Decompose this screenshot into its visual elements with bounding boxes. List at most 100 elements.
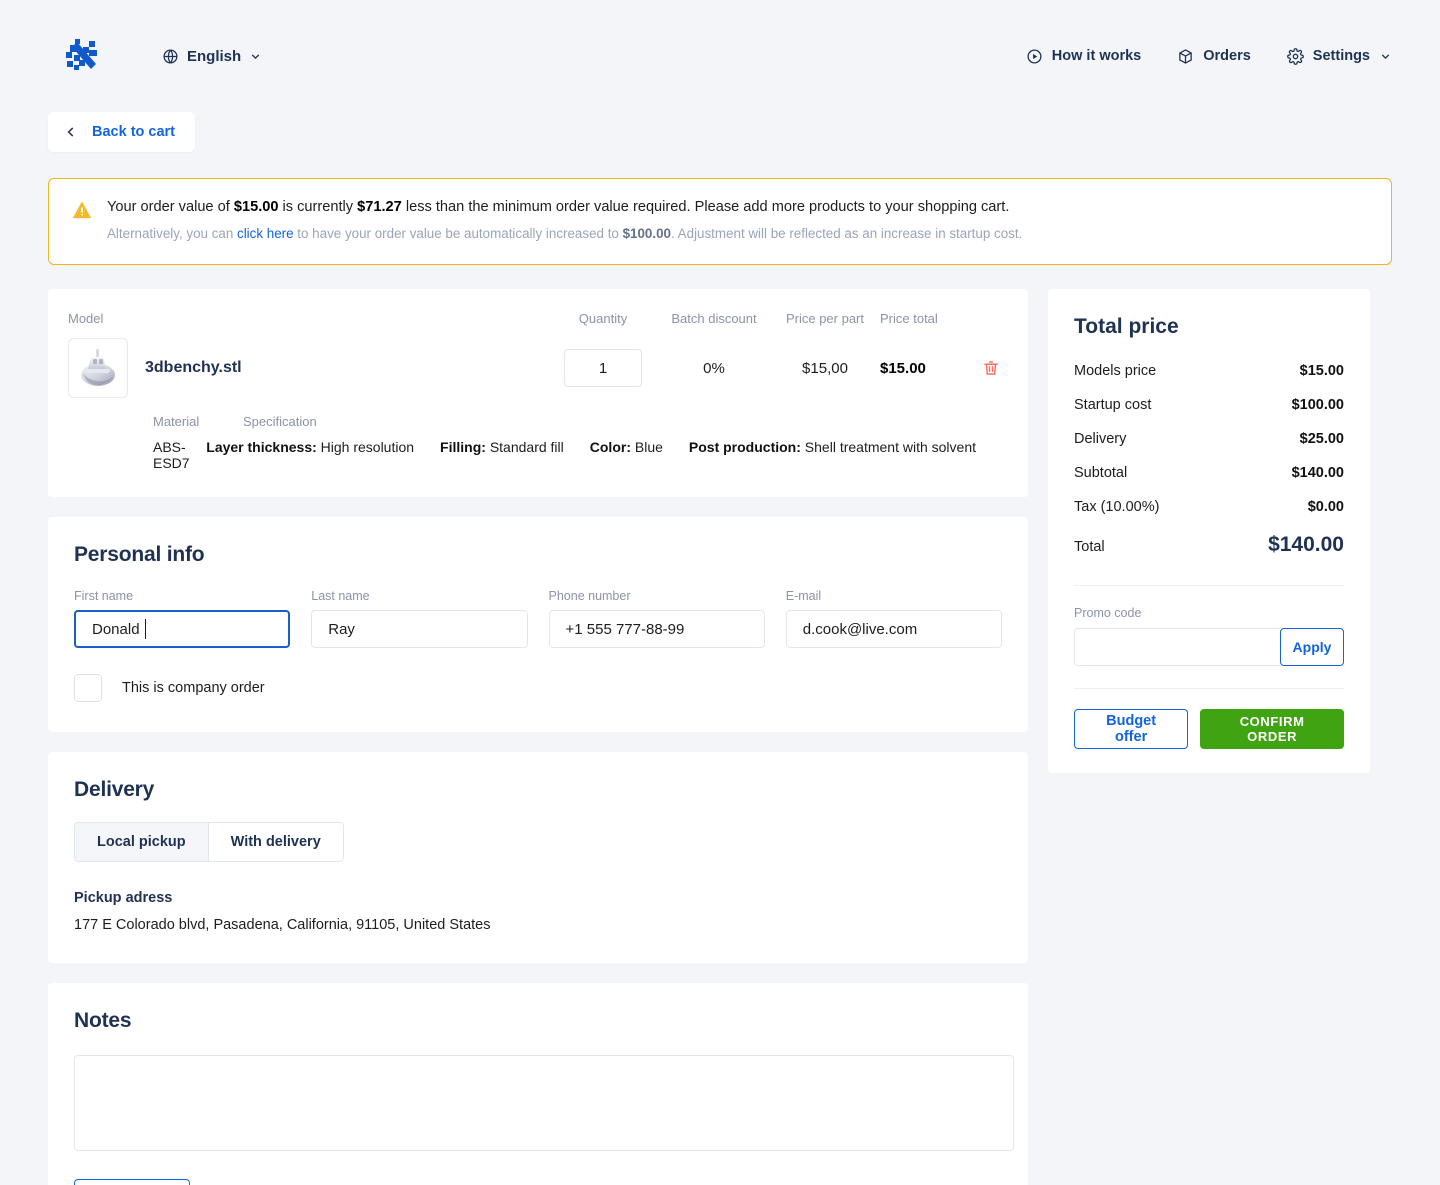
company-order-row: This is company order <box>74 674 1002 702</box>
app-header: English How it works Orders Settings <box>0 0 1440 112</box>
last-name-label: Last name <box>311 589 370 603</box>
back-to-cart-button[interactable]: Back to cart <box>48 112 196 152</box>
spec-header-material: Material <box>153 414 200 429</box>
confirm-order-button[interactable]: CONFIRM ORDER <box>1200 709 1344 749</box>
spec-post-production-key: Post production: <box>688 439 801 455</box>
spec-headers: Material Specification <box>153 414 1002 429</box>
alert-min-value: $100.00 <box>622 226 671 241</box>
model-file-name: 3dbenchy.stl <box>145 359 242 376</box>
price-label-startup: Startup cost <box>1074 397 1152 413</box>
spec-layer-thickness-key: Layer thickness: <box>206 439 317 455</box>
price-label-tax: Tax (10.00%) <box>1074 499 1160 515</box>
alert2-text-a: Alternatively, you can <box>107 226 238 241</box>
how-it-works-label: How it works <box>1051 48 1142 64</box>
globe-icon <box>163 48 178 64</box>
price-row-delivery: Delivery $25.00 <box>1074 431 1344 447</box>
trash-icon[interactable] <box>982 359 1000 377</box>
main-content: Model Quantity Batch discount Price per … <box>0 265 1440 1185</box>
first-name-input[interactable] <box>74 610 291 648</box>
model-thumbnail[interactable] <box>68 338 128 398</box>
col-header-batch-discount: Batch discount <box>671 311 757 326</box>
apply-promo-button[interactable]: Apply <box>1280 628 1344 666</box>
alert-secondary-text: Alternatively, you can click here to hav… <box>107 224 1022 244</box>
delete-cell <box>980 359 1002 377</box>
gear-icon <box>1286 47 1304 65</box>
left-column: Model Quantity Batch discount Price per … <box>48 289 1028 1185</box>
price-row-models: Models price $15.00 <box>1074 363 1344 379</box>
notes-title: Notes <box>74 1009 132 1032</box>
budget-offer-button[interactable]: Budget offer <box>1074 709 1189 749</box>
model-specification: Material Specification ABS-ESD7 Layer th… <box>153 414 1002 471</box>
personal-info-title: Personal info <box>74 543 205 566</box>
table-row: 3dbenchy.stl 0% $15,00 $15.00 <box>68 338 1002 398</box>
how-it-works-link[interactable]: How it works <box>1026 48 1141 65</box>
spec-values: ABS-ESD7 Layer thickness: High resolutio… <box>153 439 1002 471</box>
price-label-subtotal: Subtotal <box>1074 465 1128 481</box>
spec-color: Color: Blue <box>590 439 663 471</box>
company-order-checkbox[interactable] <box>74 674 102 702</box>
total-price-card: Total price Models price $15.00 Startup … <box>1048 289 1370 773</box>
attachments-row: Attach file drawings.pdf <box>74 1179 1002 1185</box>
alert-text-e: less than the minimum order value requir… <box>401 199 1010 215</box>
col-header-price-total: Price total <box>880 311 938 326</box>
attach-file-button[interactable]: Attach file <box>74 1179 191 1185</box>
col-header-quantity: Quantity <box>578 311 628 326</box>
first-name-field-group: First name <box>74 589 291 648</box>
tab-with-delivery[interactable]: With delivery <box>207 822 344 862</box>
spec-post-production-value: Shell treatment with solvent <box>800 439 976 455</box>
language-label: English <box>187 47 242 65</box>
spec-filling-key: Filling: <box>440 439 486 455</box>
back-to-cart-label: Back to cart <box>92 124 176 140</box>
price-value-models: $15.00 <box>1299 363 1344 379</box>
alert-primary-text: Your order value of $15.00 is currently … <box>107 197 1022 217</box>
promo-code-label: Promo code <box>1074 606 1142 620</box>
col-header-price-per-part: Price per part <box>785 311 865 326</box>
box-icon <box>1179 48 1193 64</box>
personal-info-fields: First name Last name Phone number <box>74 589 1002 648</box>
quantity-cell <box>548 349 658 387</box>
col-header-model: Model <box>68 311 104 326</box>
alert-order-value: $15.00 <box>233 199 279 215</box>
chevron-left-icon <box>67 127 74 137</box>
price-row-tax: Tax (10.00%) $0.00 <box>1074 499 1344 515</box>
promo-code-section: Promo code Apply <box>1074 585 1344 688</box>
promo-code-row: Apply <box>1074 628 1344 666</box>
spec-color-key: Color: <box>589 439 631 455</box>
tab-local-pickup[interactable]: Local pickup <box>74 822 208 862</box>
language-selector[interactable]: English <box>162 48 262 65</box>
price-label-models: Models price <box>1074 363 1157 379</box>
alert2-text-d: . Adjustment will be reflected as an inc… <box>670 226 1023 241</box>
settings-menu[interactable]: Settings <box>1286 47 1392 65</box>
delivery-method-tabs: Local pickup With delivery <box>74 822 344 862</box>
phone-label: Phone number <box>548 589 631 603</box>
alert-text-a: Your order value of <box>107 199 234 215</box>
total-price-title: Total price <box>1074 315 1179 338</box>
minimum-order-alert: Your order value of $15.00 is currently … <box>48 178 1392 265</box>
company-order-label: This is company order <box>122 680 265 696</box>
logo-icon[interactable] <box>58 33 104 79</box>
play-circle-icon <box>1027 48 1042 64</box>
warning-triangle-icon <box>72 201 92 219</box>
last-name-input[interactable] <box>311 610 528 648</box>
price-per-part-value: $15,00 <box>802 359 848 377</box>
chevron-down-icon <box>251 53 260 59</box>
email-input[interactable] <box>785 610 1002 648</box>
promo-code-input[interactable] <box>1074 628 1280 666</box>
spec-layer-thickness-value: High resolution <box>316 439 415 455</box>
click-here-link[interactable]: click here <box>237 226 294 241</box>
personal-info-section: Personal info First name Last name <box>48 517 1028 732</box>
price-row-startup: Startup cost $100.00 <box>1074 397 1344 413</box>
phone-input[interactable] <box>548 610 765 648</box>
batch-discount-value: 0% <box>703 359 725 377</box>
quantity-input[interactable] <box>564 349 642 387</box>
price-row-subtotal: Subtotal $140.00 <box>1074 465 1344 481</box>
orders-label: Orders <box>1203 48 1251 64</box>
notes-textarea[interactable] <box>74 1055 1014 1151</box>
price-value-delivery: $25.00 <box>1299 431 1344 447</box>
spec-post-production: Post production: Shell treatment with so… <box>689 439 976 471</box>
spec-material-value: ABS-ESD7 <box>153 439 190 471</box>
header-nav: How it works Orders Settings <box>1026 47 1392 65</box>
phone-field-group: Phone number <box>548 589 765 648</box>
price-value-total: $140.00 <box>1268 533 1344 556</box>
orders-link[interactable]: Orders <box>1177 48 1251 65</box>
